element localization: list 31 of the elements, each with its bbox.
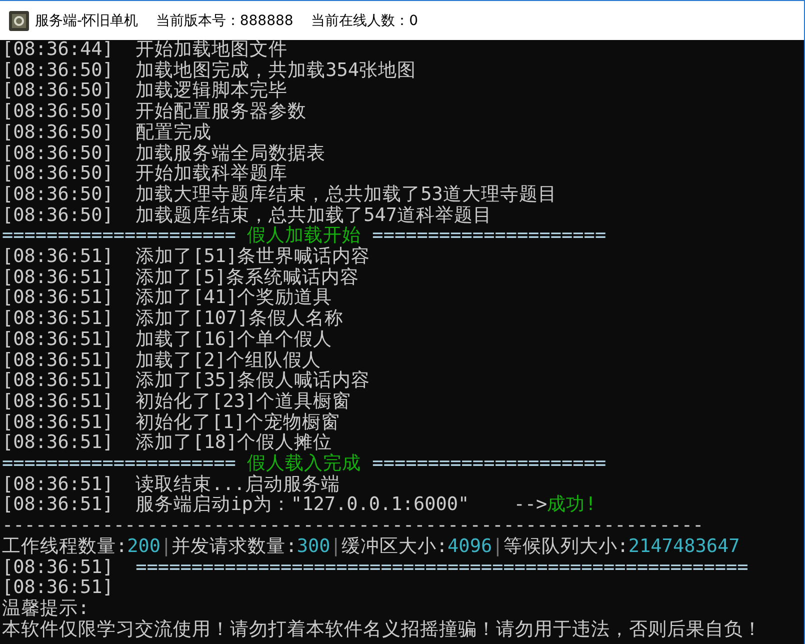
app-icon	[9, 10, 29, 30]
log-line: [08:36:51] =======================================================	[2, 558, 748, 578]
log-line: [08:36:51] 初始化了[1]个宠物橱窗	[2, 412, 340, 433]
log-line: [08:36:50] 加载题库结束，总共加载了547道科举题目	[2, 206, 492, 226]
log-line: [08:36:51] 服务端启动ip为："127.0.0.1:6000" -->成功!	[2, 495, 596, 516]
log-line: [08:36:50] 开始加载科举题库	[2, 164, 288, 184]
log-line: ===================== 假人加载开始 =====================	[2, 226, 606, 246]
log-line: [08:36:51] 添加了[41]个奖励道具	[2, 288, 332, 308]
log-line: [08:36:50] 配置完成	[2, 122, 212, 144]
log-line: 温馨提示:	[2, 598, 90, 620]
log-line: [08:36:51] 加载了[2]个组队假人	[2, 350, 322, 371]
log-line: [08:36:51] 初始化了[23]个道具橱窗	[2, 392, 352, 412]
log-line: [08:36:50] 开始配置服务器参数	[2, 102, 307, 122]
log-line: [08:36:50] 加载大理寺题库结束，总共加载了53道大理寺题目	[2, 184, 557, 206]
log-line: [08:36:50] 加载逻辑脚本完毕	[2, 81, 288, 102]
log-line: [08:36:51] 添加了[5]条系统喊话内容	[2, 268, 360, 288]
log-line: 工作线程数量:200|并发请求数量:300|缓冲区大小:4096|等候队列大小:2147483647	[2, 536, 740, 558]
log-line: [08:36:50] 加载地图完成，共加载354张地图	[2, 60, 416, 81]
log-line: ===================== 假人载入完成 =====================	[2, 454, 606, 474]
window-title: 服务端-怀旧单机 当前版本号：888888 当前在线人数：0	[35, 12, 418, 30]
log-line: ---------------------------------------------------------------	[2, 516, 704, 536]
log-line: [08:36:51] 添加了[18]个假人摊位	[2, 433, 332, 454]
log-line: [08:36:50] 加载服务端全局数据表	[2, 144, 326, 164]
log-line: [08:36:44] 开始加载地图文件	[2, 40, 288, 60]
log-line: [08:36:51] 添加了[51]条世界喊话内容	[2, 247, 370, 268]
log-line: [08:36:51] 读取结束...启动服务端	[2, 474, 340, 495]
log-line: [08:36:51] 添加了[35]条假人喊话内容	[2, 371, 370, 392]
log-line: [08:36:51] 添加了[107]条假人名称	[2, 309, 344, 330]
log-line: 本软件仅限学习交流使用！请勿打着本软件名义招摇撞骗！请勿用于违法，否则后果自负！	[2, 620, 762, 640]
log-line: [08:36:51]	[2, 578, 114, 598]
log-line: [08:36:51] 加载了[16]个单个假人	[2, 330, 332, 350]
